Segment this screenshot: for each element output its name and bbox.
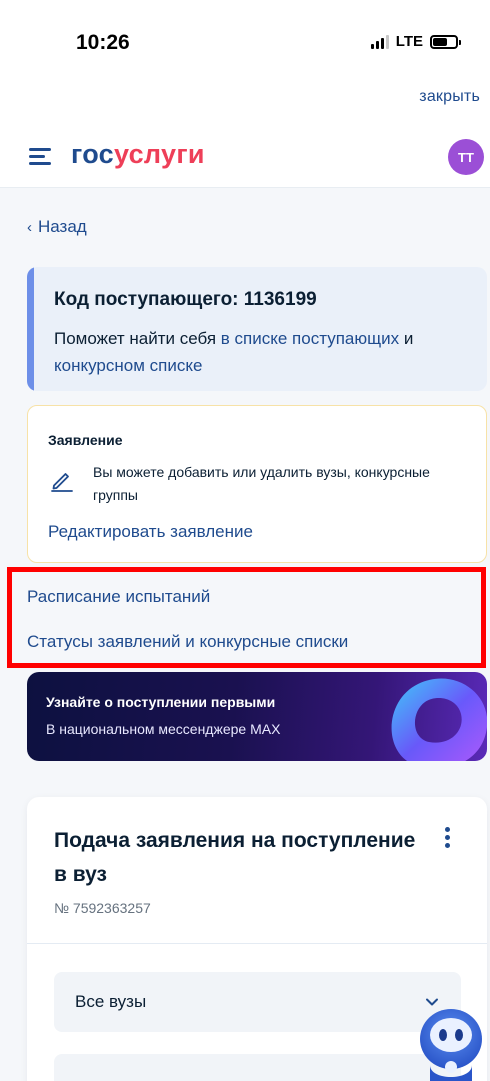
- applicant-code-card: Код поступающего: 1136199 Поможет найти …: [27, 267, 487, 391]
- webview-close-bar: закрыть: [0, 80, 490, 114]
- application-card: Заявление Вы можете добавить или удалить…: [27, 405, 487, 563]
- competition-list-link[interactable]: конкурсном списке: [54, 356, 202, 375]
- logo-part-gos: гос: [71, 139, 114, 169]
- applicant-code-title: Код поступающего: 1136199: [54, 289, 317, 310]
- more-vertical-icon[interactable]: [445, 827, 451, 849]
- signal-icon: [370, 34, 389, 49]
- edit-application-link[interactable]: Редактировать заявление: [48, 522, 253, 542]
- menu-icon[interactable]: [29, 148, 51, 166]
- divider: [27, 943, 487, 944]
- battery-icon: [430, 34, 461, 49]
- avatar[interactable]: ТТ: [448, 139, 484, 175]
- pencil-icon: [51, 473, 73, 492]
- status-time: 10:26: [76, 31, 130, 54]
- code-text-mid: и: [399, 329, 414, 348]
- back-link[interactable]: ‹ Назад: [27, 217, 87, 237]
- highlight-frame: [7, 567, 486, 668]
- max-logo-icon: [391, 678, 487, 761]
- university-select[interactable]: Все вузы: [54, 972, 461, 1032]
- application-title: Заявление: [48, 432, 123, 448]
- application-hint: Вы можете добавить или удалить вузы, кон…: [93, 464, 430, 503]
- code-text-start: Поможет найти себя: [54, 329, 221, 348]
- site-header: госуслуги ТТ: [0, 126, 490, 188]
- statuses-and-lists-link[interactable]: Статусы заявлений и конкурсные списки: [27, 632, 348, 652]
- assistant-robot-icon[interactable]: [416, 1005, 486, 1081]
- card-accent-stripe: [27, 267, 34, 391]
- max-messenger-banner[interactable]: Узнайте о поступлении первыми В национал…: [27, 672, 487, 761]
- back-label: Назад: [38, 217, 87, 236]
- secondary-select[interactable]: [54, 1054, 461, 1081]
- status-indicators: LTE: [370, 33, 461, 50]
- applicants-list-link[interactable]: в списке поступающих: [221, 329, 399, 348]
- banner-subtitle: В национальном мессенджере MAX: [46, 721, 281, 737]
- application-number: № 7592363257: [54, 900, 151, 916]
- banner-title: Узнайте о поступлении первыми: [46, 694, 276, 710]
- university-select-value: Все вузы: [75, 992, 147, 1011]
- network-label: LTE: [395, 33, 423, 50]
- battery-level: [433, 37, 448, 46]
- close-link[interactable]: закрыть: [419, 88, 480, 106]
- status-bar: 10:26 LTE: [0, 0, 490, 80]
- exam-schedule-link[interactable]: Расписание испытаний: [27, 587, 210, 607]
- gosuslugi-logo[interactable]: госуслуги: [71, 139, 205, 170]
- logo-part-uslugi: услуги: [113, 139, 205, 169]
- chevron-left-icon: ‹: [27, 218, 32, 236]
- applicant-code-text: Поможет найти себя в списке поступающих …: [54, 325, 474, 379]
- form-card-title: Подача заявления на поступление в вуз: [54, 829, 416, 886]
